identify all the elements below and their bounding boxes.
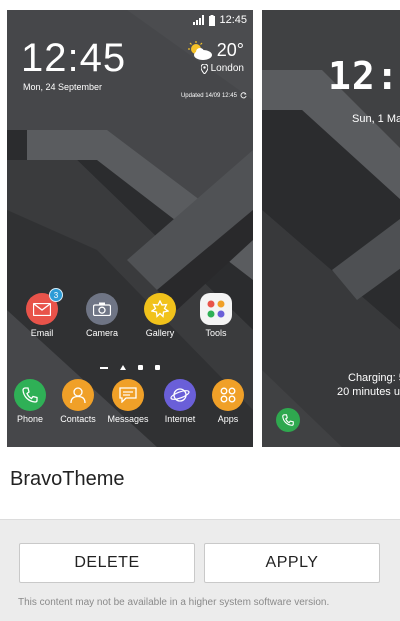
app-label: Apps [217,414,239,424]
weather-city: London [210,63,244,74]
app-label: Phone [16,414,44,424]
home-screen-preview[interactable]: 12:45 12:45 Mon, 24 September 20° London… [7,10,253,447]
refresh-icon [240,92,247,99]
phone-icon [14,379,46,411]
action-panel: DELETE APPLY This content may not be ava… [0,519,400,621]
app-label: Email [30,328,54,338]
lock-screen-preview[interactable]: 12:4 Sun, 1 Ma Charging: 5 20 minutes un [262,10,400,447]
page-dot [155,365,160,370]
battery-icon [209,14,216,26]
page-indicator [7,365,253,370]
page-dot [138,365,143,370]
app-contacts[interactable]: Contacts [55,379,101,424]
delete-button[interactable]: DELETE [19,543,195,583]
status-time: 12:45 [219,14,247,26]
app-tools-folder[interactable]: Tools [193,293,239,338]
partly-cloudy-icon [187,40,212,60]
lock-charging-status: Charging: 5 [348,372,400,384]
weather-temperature: 20° [216,40,244,60]
compatibility-notice: This content may not be available in a h… [18,597,330,608]
app-label: Contacts [60,414,96,424]
theme-title: BravoTheme [10,468,125,490]
tools-folder-icon [200,293,232,325]
app-label: Gallery [145,328,175,338]
app-label: Internet [164,414,196,424]
app-gallery[interactable]: Gallery [137,293,183,338]
lock-charging-time: 20 minutes un [337,386,400,398]
apply-button[interactable]: APPLY [204,543,380,583]
clock-widget-date: Mon, 24 September [23,82,103,92]
page-dash [100,366,108,369]
theme-preview-carousel[interactable]: 12:45 12:45 Mon, 24 September 20° London… [0,0,400,452]
signal-icon [193,15,205,25]
internet-icon [164,379,196,411]
app-camera[interactable]: Camera [79,293,125,338]
weather-updated-text: Updated 14/09 12:45 [180,92,237,99]
contacts-icon [62,379,94,411]
status-bar: 12:45 [193,13,247,27]
theme-detail-screen: 12:45 12:45 Mon, 24 September 20° London… [0,0,400,621]
lock-date: Sun, 1 Ma [352,113,400,125]
app-messages[interactable]: Messages [105,379,151,424]
app-label: Camera [85,328,118,338]
apps-icon [212,379,244,411]
app-internet[interactable]: Internet [157,379,203,424]
app-apps-drawer[interactable]: Apps [205,379,251,424]
weather-updated: Updated 14/09 12:45 [181,92,247,99]
app-phone[interactable]: Phone [7,379,53,424]
app-email[interactable]: 3 Email [19,288,65,338]
messages-icon [112,379,144,411]
gallery-icon [144,293,176,325]
email-badge: 3 [49,288,63,302]
home-page-icon [120,365,126,370]
app-label: Tools [205,328,227,338]
weather-widget: 20° London [187,40,244,74]
camera-icon [86,293,118,325]
location-pin-icon [200,63,208,74]
clock-widget-time: 12:45 [21,36,127,80]
lock-phone-shortcut-icon [276,408,300,432]
email-icon: 3 [26,288,63,325]
lock-time: 12:4 [328,54,400,98]
app-label: Messages [107,414,149,424]
